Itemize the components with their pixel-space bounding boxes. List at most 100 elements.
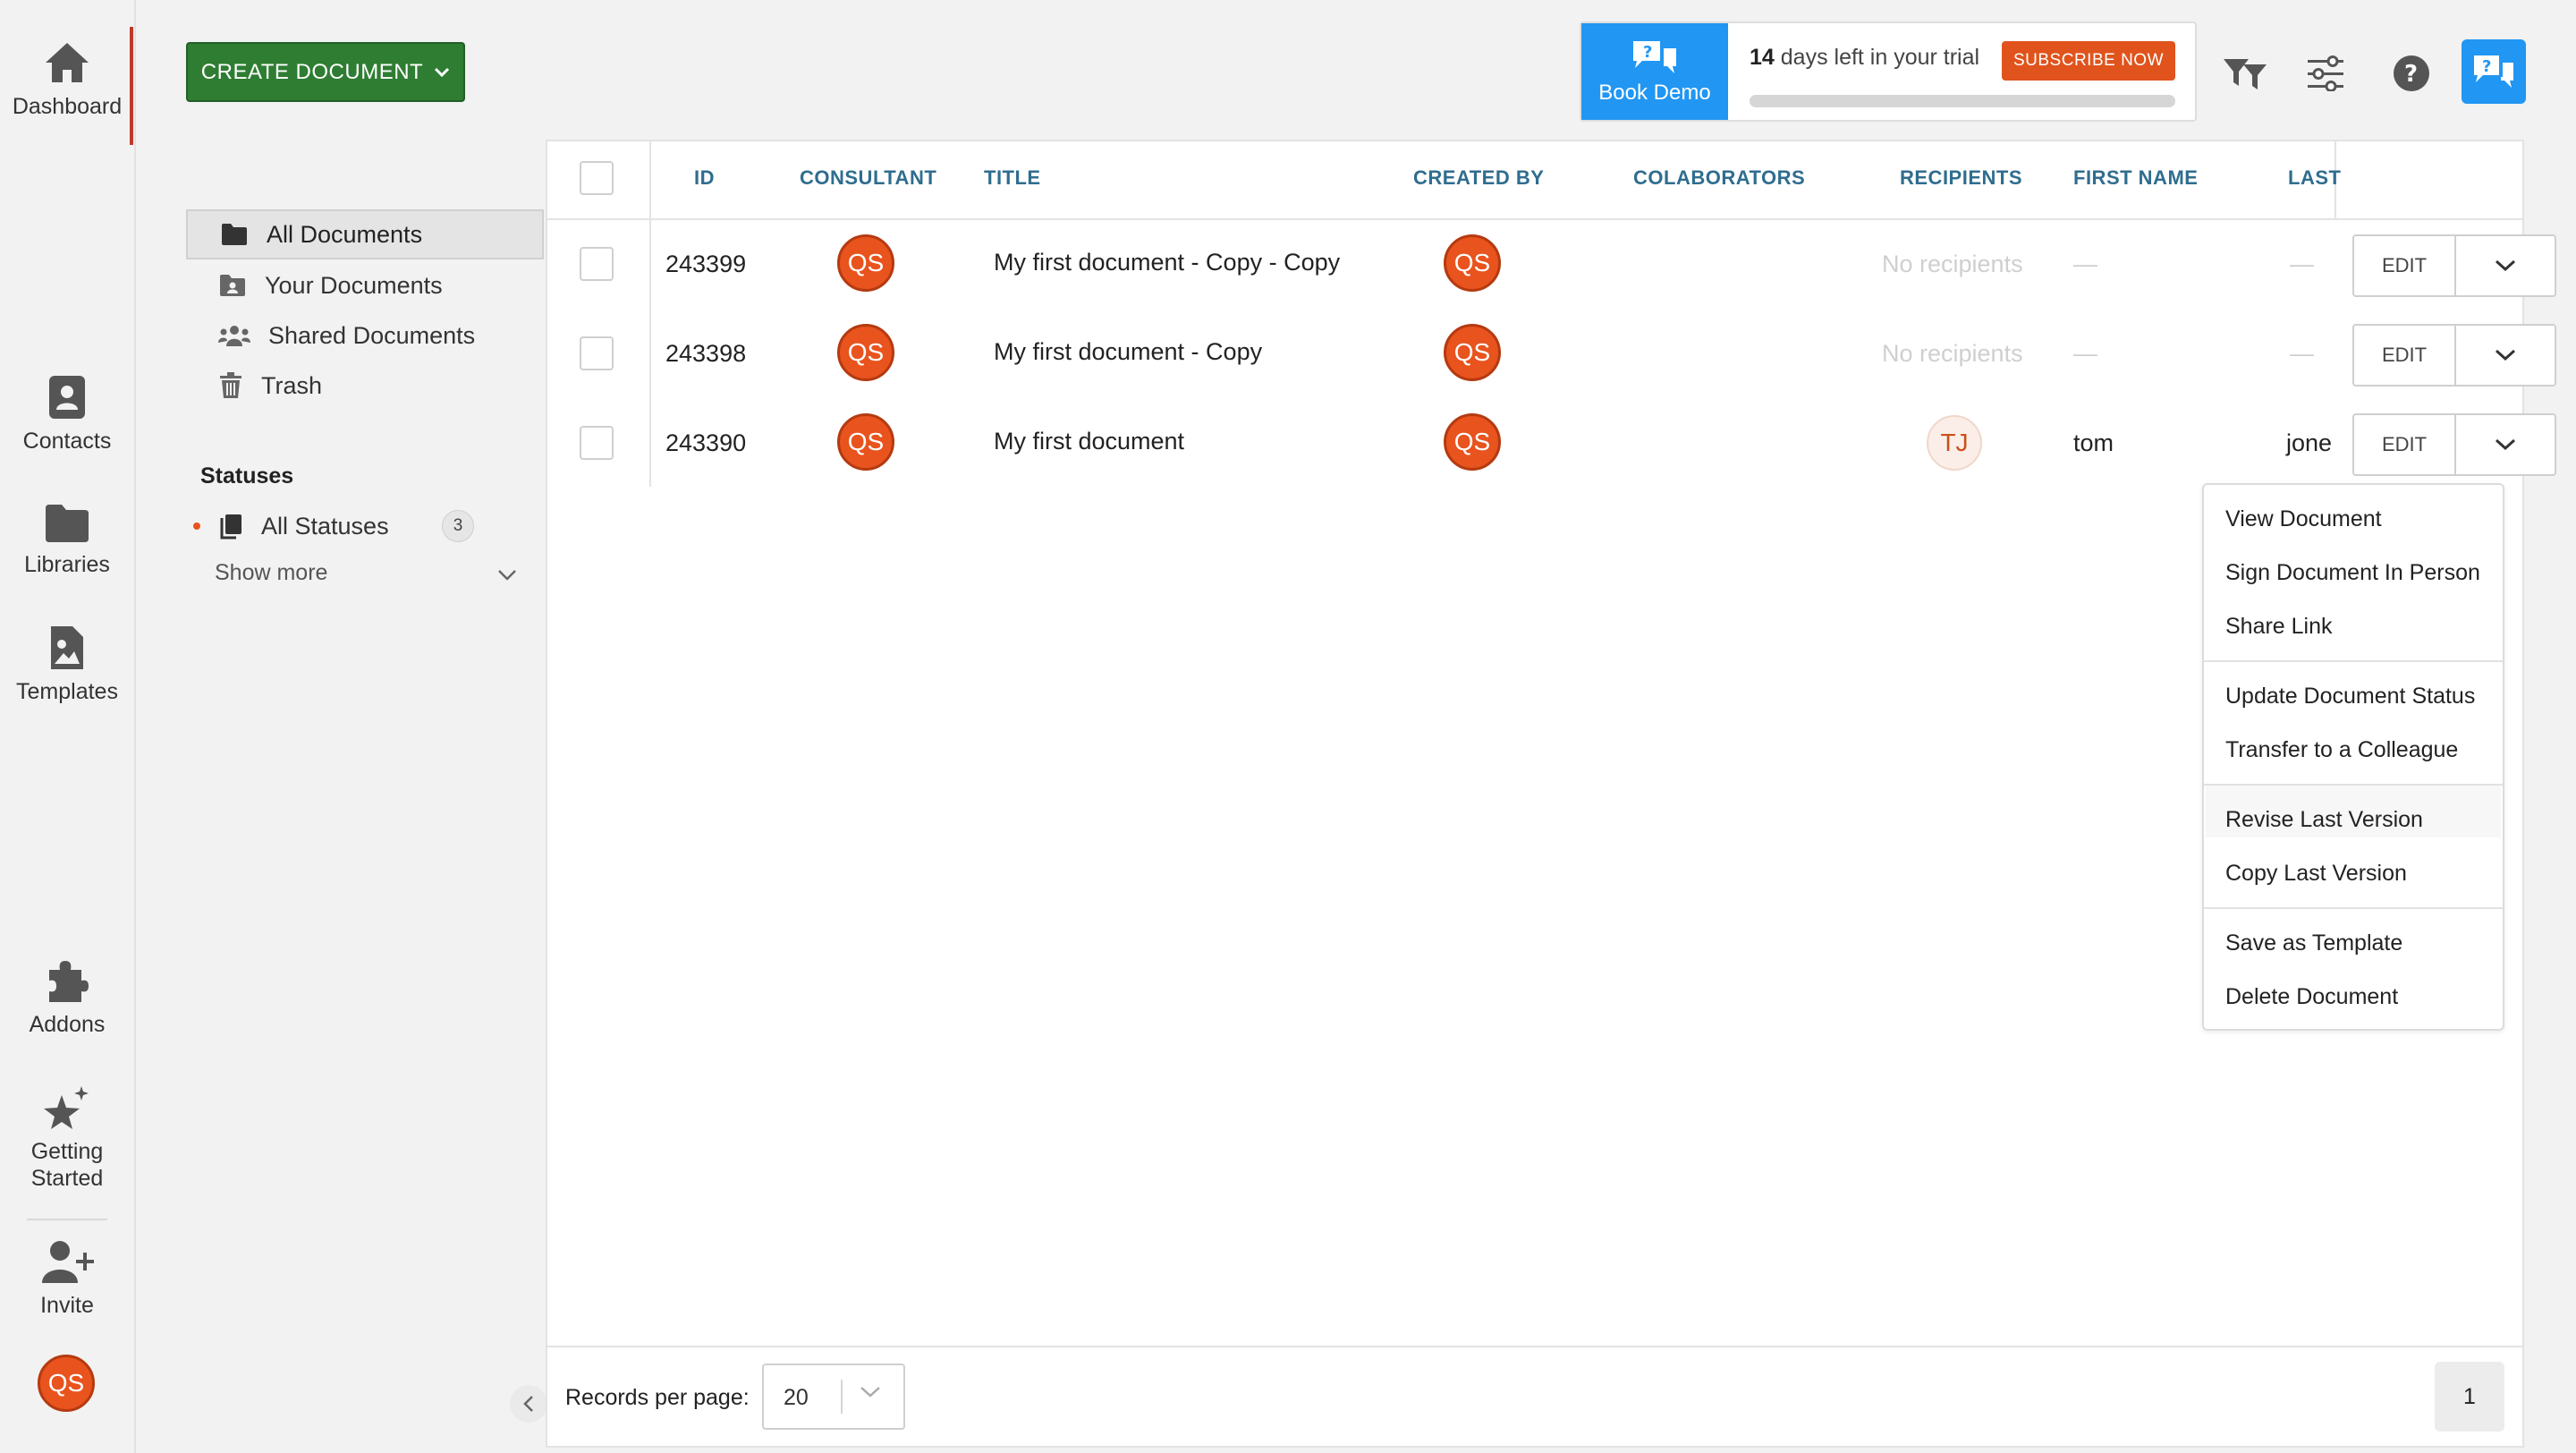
row-title[interactable]: My first document - Copy — [994, 338, 1262, 366]
left-rail: Dashboard Contacts Libraries Templates A… — [0, 0, 136, 1453]
edit-button[interactable]: EDIT — [2354, 326, 2456, 385]
consultant-avatar: QS — [837, 324, 894, 381]
created-by-avatar: QS — [1444, 234, 1501, 292]
rail-divider — [27, 1219, 107, 1220]
column-header-collaborators[interactable]: COLABORATORS — [1633, 166, 1805, 190]
template-icon — [51, 626, 83, 669]
row-actions-menu: View Document Sign Document In Person Sh… — [2202, 483, 2504, 1031]
nav-all-statuses[interactable]: All Statuses — [188, 501, 474, 551]
edit-button[interactable]: EDIT — [2354, 236, 2456, 295]
menu-share-link[interactable]: Share Link — [2225, 614, 2333, 640]
menu-update-status[interactable]: Update Document Status — [2225, 684, 2475, 710]
menu-revise-last-version[interactable]: Revise Last Version — [2225, 807, 2423, 833]
menu-view-document[interactable]: View Document — [2225, 506, 2382, 532]
folder-icon — [46, 505, 89, 542]
trial-suffix: days left in your trial — [1774, 45, 1980, 70]
nav-your-documents-label: Your Documents — [265, 271, 443, 299]
user-avatar[interactable]: QS — [38, 1355, 95, 1412]
chat-support-icon: ? — [2474, 55, 2513, 88]
filter-button[interactable] — [2222, 50, 2268, 97]
rail-addons[interactable]: Addons — [0, 957, 134, 1038]
records-per-page-select[interactable]: 20 — [762, 1364, 905, 1430]
row-edit-split-button: EDIT — [2352, 234, 2556, 297]
rail-libraries[interactable]: Libraries — [0, 503, 134, 578]
support-chat-button[interactable]: ? — [2462, 39, 2526, 104]
row-first-name: tom — [2073, 429, 2114, 456]
trial-banner: ? Book Demo 14 days left in your trial S… — [1580, 21, 2197, 122]
select-all-checkbox[interactable] — [580, 161, 614, 195]
nav-trash-label: Trash — [261, 371, 323, 399]
nav-your-documents[interactable]: Your Documents — [186, 260, 544, 310]
rail-getting-started[interactable]: Getting Started — [0, 1084, 134, 1192]
row-checkbox[interactable] — [580, 426, 614, 460]
column-header-id[interactable]: ID — [694, 166, 715, 190]
row-actions-toggle[interactable] — [2456, 326, 2555, 385]
sparkle-star-icon — [44, 1086, 89, 1129]
row-actions-toggle[interactable] — [2456, 236, 2555, 295]
rail-invite[interactable]: Invite — [0, 1238, 134, 1319]
row-last-name: — — [2290, 251, 2314, 277]
column-header-first-name[interactable]: FIRST NAME — [2073, 166, 2198, 190]
menu-transfer[interactable]: Transfer to a Colleague — [2225, 737, 2458, 763]
column-header-last[interactable]: LAST — [2288, 166, 2341, 190]
nav-trash[interactable]: Trash — [186, 361, 544, 411]
rail-libraries-label: Libraries — [24, 552, 110, 577]
rail-templates-label: Templates — [16, 679, 118, 704]
rail-addons-label: Addons — [29, 1012, 106, 1037]
row-title[interactable]: My first document - Copy - Copy — [994, 249, 1340, 276]
chat-question-icon: ? — [1633, 41, 1676, 73]
nav-all-documents[interactable]: All Documents — [186, 209, 544, 259]
chevron-left-icon — [523, 1396, 533, 1412]
subscribe-now-button[interactable]: SUBSCRIBE NOW — [2002, 41, 2175, 81]
settings-sliders-button[interactable] — [2302, 50, 2349, 97]
menu-save-as-template[interactable]: Save as Template — [2225, 930, 2402, 956]
chevron-down-icon — [2495, 259, 2516, 272]
menu-divider — [2204, 784, 2503, 786]
records-per-page-value: 20 — [784, 1385, 809, 1410]
recipient-avatar: TJ — [1927, 415, 1982, 471]
nav-all-documents-label: All Documents — [267, 220, 423, 248]
rail-templates[interactable]: Templates — [0, 625, 134, 705]
trial-days: 14 — [1750, 45, 1775, 70]
chevron-down-icon — [860, 1387, 880, 1398]
home-icon — [46, 43, 89, 82]
show-more-link[interactable]: Show more — [215, 560, 327, 586]
rail-dashboard[interactable]: Dashboard — [0, 39, 134, 120]
help-button[interactable]: ? — [2388, 50, 2435, 97]
statuses-heading: Statuses — [200, 463, 294, 489]
rail-contacts[interactable]: Contacts — [0, 374, 134, 455]
page-number-button[interactable]: 1 — [2435, 1362, 2504, 1432]
create-document-label: CREATE DOCUMENT — [200, 59, 424, 84]
chevron-down-icon[interactable] — [497, 569, 517, 582]
menu-sign-in-person[interactable]: Sign Document In Person — [2225, 560, 2480, 586]
menu-delete-document[interactable]: Delete Document — [2225, 984, 2398, 1010]
trash-icon — [220, 372, 242, 398]
column-header-title[interactable]: TITLE — [984, 166, 1041, 190]
edit-button[interactable]: EDIT — [2354, 415, 2456, 474]
collapse-sidebar-button[interactable] — [510, 1385, 547, 1423]
row-title[interactable]: My first document — [994, 428, 1184, 455]
chevron-down-icon — [435, 67, 450, 77]
row-edit-split-button: EDIT — [2352, 324, 2556, 387]
rail-invite-label: Invite — [40, 1293, 94, 1318]
sliders-icon — [2308, 55, 2343, 91]
nav-shared-documents[interactable]: Shared Documents — [186, 310, 544, 361]
row-last-name: jone — [2286, 429, 2333, 456]
create-document-button[interactable]: CREATE DOCUMENT — [186, 42, 465, 102]
column-header-recipients[interactable]: RECIPIENTS — [1900, 166, 2022, 190]
column-header-consultant[interactable]: CONSULTANT — [800, 166, 936, 190]
records-per-page-label: Records per page: — [565, 1385, 750, 1410]
column-header-created-by[interactable]: CREATED BY — [1413, 166, 1544, 190]
created-by-avatar: QS — [1444, 324, 1501, 381]
consultant-avatar: QS — [837, 413, 894, 471]
trial-text: 14 days left in your trial — [1750, 45, 1979, 71]
row-checkbox[interactable] — [580, 247, 614, 281]
puzzle-icon — [49, 961, 89, 1002]
row-checkbox[interactable] — [580, 336, 614, 370]
book-demo-button[interactable]: ? Book Demo — [1581, 23, 1728, 120]
header-divider — [546, 218, 2524, 220]
select-divider — [841, 1380, 843, 1414]
menu-copy-last-version[interactable]: Copy Last Version — [2225, 861, 2407, 887]
row-actions-toggle[interactable] — [2456, 415, 2555, 474]
users-icon — [218, 326, 250, 346]
